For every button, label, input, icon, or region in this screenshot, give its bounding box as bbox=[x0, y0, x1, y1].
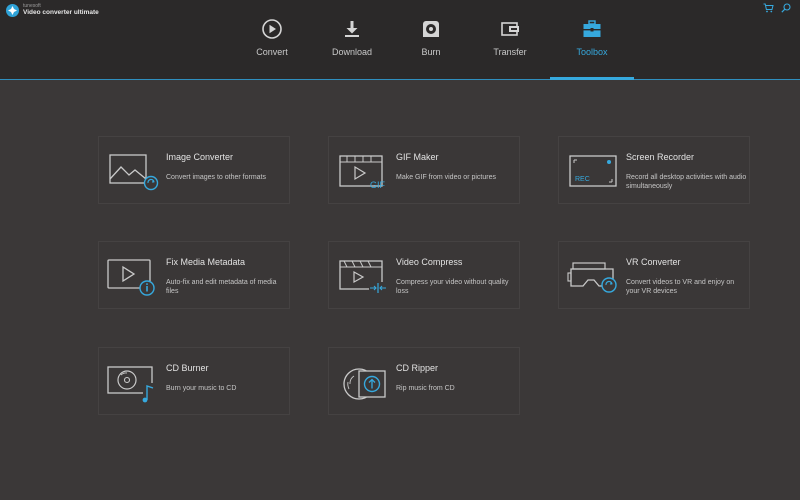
tool-image-converter[interactable]: Image Converter Convert images to other … bbox=[98, 136, 290, 204]
tab-label: Burn bbox=[421, 47, 441, 57]
tab-label: Transfer bbox=[493, 47, 527, 57]
tool-screen-recorder[interactable]: REC Screen Recorder Record all desktop a… bbox=[558, 136, 750, 204]
gif-icon: GIF bbox=[337, 151, 389, 193]
tool-description: Convert images to other formats bbox=[166, 174, 266, 181]
tool-fix-media-metadata[interactable]: Fix Media Metadata Auto-fix and edit met… bbox=[98, 241, 290, 309]
main-nav: Convert Download Burn Transfer Toolbox bbox=[0, 0, 800, 80]
tab-convert[interactable]: Convert bbox=[232, 18, 312, 80]
tab-label: Convert bbox=[256, 47, 288, 57]
play-circle-icon bbox=[261, 18, 283, 40]
tool-vr-converter[interactable]: VR Converter Convert videos to VR and en… bbox=[558, 241, 750, 309]
screen-record-icon: REC bbox=[567, 151, 619, 193]
tool-title: Screen Recorder bbox=[626, 152, 695, 162]
tool-title: Video Compress bbox=[396, 257, 463, 267]
tab-download[interactable]: Download bbox=[312, 18, 392, 80]
toolbox-icon bbox=[581, 18, 603, 40]
transfer-icon bbox=[499, 18, 521, 40]
gif-icon-label: GIF bbox=[370, 180, 386, 190]
cd-rip-icon bbox=[337, 362, 389, 404]
tool-video-compress[interactable]: Video Compress Compress your video witho… bbox=[328, 241, 520, 309]
tool-title: CD Burner bbox=[166, 363, 209, 373]
top-header: tunesoft Video converter ultimate Conver… bbox=[0, 0, 800, 80]
tab-label: Toolbox bbox=[576, 47, 608, 57]
tab-transfer[interactable]: Transfer bbox=[470, 18, 550, 80]
tool-cd-ripper[interactable]: CD Ripper Rip music from CD bbox=[328, 347, 520, 415]
tool-title: Fix Media Metadata bbox=[166, 257, 246, 267]
download-icon bbox=[341, 18, 363, 40]
cd-burn-icon bbox=[107, 362, 159, 404]
active-tab-indicator bbox=[550, 77, 634, 80]
tool-description: Burn your music to CD bbox=[166, 385, 237, 392]
metadata-icon bbox=[107, 256, 159, 298]
rec-icon-label: REC bbox=[575, 176, 590, 183]
tool-title: Image Converter bbox=[166, 152, 234, 162]
vr-icon bbox=[567, 256, 619, 298]
tool-gif-maker[interactable]: GIF GIF Maker Make GIF from video or pic… bbox=[328, 136, 520, 204]
compress-icon bbox=[337, 256, 389, 298]
tool-cd-burner[interactable]: CD Burner Burn your music to CD bbox=[98, 347, 290, 415]
tool-description: Record all desktop activities with audio… bbox=[626, 174, 747, 190]
tool-description: Auto-fix and edit metadata of media file… bbox=[166, 279, 277, 295]
disc-icon bbox=[420, 18, 442, 40]
tab-label: Download bbox=[331, 47, 373, 57]
tool-description: Compress your video without quality loss bbox=[396, 279, 509, 295]
tool-title: GIF Maker bbox=[396, 152, 439, 162]
tool-description: Convert videos to VR and enjoy on your V… bbox=[626, 279, 735, 295]
tab-toolbox[interactable]: Toolbox bbox=[552, 18, 632, 80]
image-convert-icon bbox=[107, 151, 159, 193]
tool-title: VR Converter bbox=[626, 257, 681, 267]
tab-burn[interactable]: Burn bbox=[391, 18, 471, 80]
tool-description: Make GIF from video or pictures bbox=[396, 174, 496, 181]
tool-description: Rip music from CD bbox=[396, 385, 455, 392]
tool-title: CD Ripper bbox=[396, 363, 439, 373]
